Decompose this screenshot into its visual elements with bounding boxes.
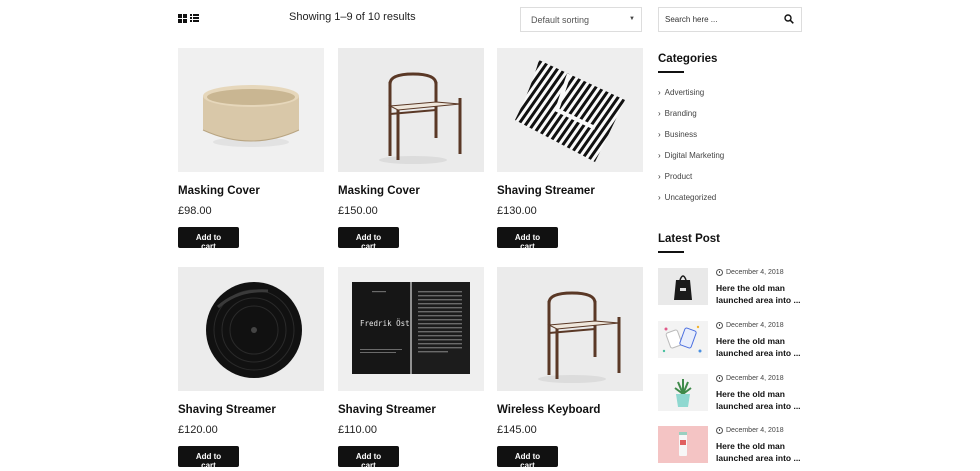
product-image-bowl[interactable] <box>178 48 324 172</box>
product-price: £130.00 <box>497 205 537 217</box>
product-name[interactable]: Wireless Keyboard <box>497 404 643 416</box>
chevron-right-icon: › <box>658 193 661 202</box>
category-label: Digital Marketing <box>664 151 725 160</box>
categories-title: Categories <box>658 53 718 65</box>
title-underline <box>658 71 684 73</box>
dropdown-arrow-icon: ▼ <box>629 16 635 22</box>
sort-select[interactable]: Default sorting ▼ <box>520 7 642 32</box>
post-date-text: December 4, 2018 <box>726 375 784 382</box>
category-label: Business <box>664 130 698 139</box>
post-date-text: December 4, 2018 <box>726 269 784 276</box>
product-card: Fredrik Öst Shaving Streamer £110.00 Add… <box>338 267 484 471</box>
result-count: Showing 1–9 of 10 results <box>289 11 416 23</box>
title-underline <box>658 251 684 253</box>
product-name[interactable]: Masking Cover <box>178 185 324 197</box>
product-image-book[interactable]: Fredrik Öst <box>338 267 484 391</box>
post-thumbnail[interactable] <box>658 374 708 411</box>
product-card: Masking Cover £98.00 Add to cart <box>178 48 324 254</box>
post-thumbnail[interactable] <box>658 268 708 305</box>
category-label: Uncategorized <box>664 193 717 202</box>
chevron-right-icon: › <box>658 109 661 118</box>
product-name[interactable]: Shaving Streamer <box>338 404 484 416</box>
grid-view-icon[interactable] <box>178 14 187 23</box>
list-view-icon[interactable] <box>190 14 199 23</box>
add-to-cart-button[interactable]: Add to cart <box>497 446 558 470</box>
product-name[interactable]: Shaving Streamer <box>497 185 643 197</box>
category-item[interactable]: › Uncategorized <box>658 193 724 214</box>
add-to-cart-button[interactable]: Add to cart <box>497 227 558 251</box>
category-label: Product <box>664 172 693 181</box>
category-item[interactable]: › Advertising <box>658 88 724 109</box>
post-title-link[interactable]: Here the old man launched area into ... <box>716 388 808 412</box>
chevron-right-icon: › <box>658 151 661 160</box>
clock-icon <box>716 427 723 434</box>
chevron-right-icon: › <box>658 88 661 97</box>
post-title-link[interactable]: Here the old man launched area into ... <box>716 440 808 464</box>
search-box <box>658 7 802 32</box>
latest-post-item: December 4, 2018 Here the old man launch… <box>658 321 808 359</box>
post-date: December 4, 2018 <box>716 322 784 329</box>
search-icon[interactable] <box>784 14 794 24</box>
post-date: December 4, 2018 <box>716 427 784 434</box>
category-item[interactable]: › Digital Marketing <box>658 151 724 172</box>
latest-post-item: December 4, 2018 Here the old man launch… <box>658 374 808 412</box>
product-price: £120.00 <box>178 424 218 436</box>
product-price: £145.00 <box>497 424 537 436</box>
view-toggle <box>178 14 199 23</box>
add-to-cart-button[interactable]: Add to cart <box>338 227 399 251</box>
latest-post-title: Latest Post <box>658 233 720 245</box>
add-to-cart-button[interactable]: Add to cart <box>338 446 399 470</box>
product-card: Shaving Streamer £130.00 Add to cart <box>497 48 643 254</box>
book-cover-text: Fredrik Öst <box>360 319 410 328</box>
category-item[interactable]: › Product <box>658 172 724 193</box>
clock-icon <box>716 269 723 276</box>
post-date: December 4, 2018 <box>716 375 784 382</box>
product-price: £150.00 <box>338 205 378 217</box>
product-price: £98.00 <box>178 205 212 217</box>
category-label: Branding <box>664 109 697 118</box>
add-to-cart-button[interactable]: Add to cart <box>178 446 239 470</box>
latest-post-item: December 4, 2018 Here the old man launch… <box>658 268 808 306</box>
product-image-chair[interactable] <box>338 48 484 172</box>
post-thumbnail[interactable] <box>658 321 708 358</box>
product-name[interactable]: Shaving Streamer <box>178 404 324 416</box>
product-image-pattern-paper[interactable] <box>497 48 643 172</box>
product-price: £110.00 <box>338 424 377 436</box>
post-title-link[interactable]: Here the old man launched area into ... <box>716 282 808 306</box>
product-image-vinyl-record[interactable] <box>178 267 324 391</box>
search-input[interactable] <box>659 8 777 31</box>
clock-icon <box>716 375 723 382</box>
add-to-cart-button[interactable]: Add to cart <box>178 227 239 251</box>
sort-selected-value: Default sorting <box>531 15 590 25</box>
product-image-chair[interactable] <box>497 267 643 391</box>
category-label: Advertising <box>664 88 705 97</box>
latest-post-item: December 4, 2018 Here the old man launch… <box>658 426 808 464</box>
post-thumbnail[interactable] <box>658 426 708 463</box>
post-title-link[interactable]: Here the old man launched area into ... <box>716 335 808 359</box>
chevron-right-icon: › <box>658 172 661 181</box>
category-item[interactable]: › Branding <box>658 109 724 130</box>
post-date-text: December 4, 2018 <box>726 322 784 329</box>
product-name[interactable]: Masking Cover <box>338 185 484 197</box>
category-item[interactable]: › Business <box>658 130 724 151</box>
product-card: Masking Cover £150.00 Add to cart <box>338 48 484 254</box>
product-card: Shaving Streamer £120.00 Add to cart <box>178 267 324 471</box>
category-list: › Advertising › Branding › Business › Digita… <box>658 88 724 214</box>
product-card: Wireless Keyboard £145.00 Add to cart <box>497 267 643 471</box>
post-date: December 4, 2018 <box>716 269 784 276</box>
chevron-right-icon: › <box>658 130 661 139</box>
post-date-text: December 4, 2018 <box>726 427 784 434</box>
clock-icon <box>716 322 723 329</box>
